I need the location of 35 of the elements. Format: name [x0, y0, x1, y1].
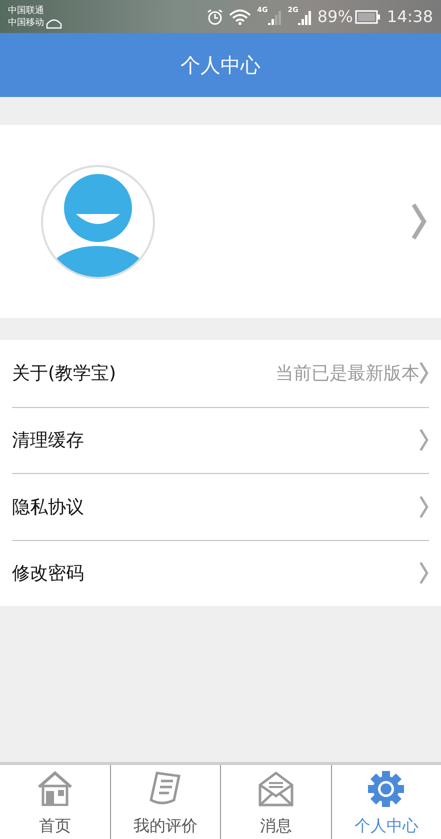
signal-icon	[298, 8, 312, 24]
profile-card[interactable]	[0, 125, 441, 318]
menu-label: 关于(教学宝)	[12, 362, 118, 386]
chevron-right-icon	[419, 561, 429, 586]
chevron-right-icon	[419, 494, 429, 519]
nav-tab[interactable]: 首页	[0, 765, 110, 839]
nav-tab[interactable]: 个人中心	[330, 765, 441, 839]
menu-item[interactable]: 隐私协议	[12, 473, 429, 540]
envelope-icon	[256, 770, 295, 808]
document-icon	[148, 770, 182, 806]
clock-time: 14:38	[386, 7, 433, 26]
signal-icon	[268, 8, 282, 24]
gear-icon	[367, 770, 406, 808]
battery-percent: 89%	[317, 7, 353, 26]
menu-item[interactable]: 清理缓存	[12, 406, 429, 473]
menu-item[interactable]: 修改密码	[12, 540, 429, 606]
carrier-name: 中国联通	[8, 4, 44, 16]
android-icon	[46, 16, 62, 28]
menu-label: 修改密码	[12, 562, 85, 586]
version-status: 当前已是最新版本	[275, 362, 420, 386]
page-title: 个人中心	[180, 52, 260, 78]
battery-icon	[354, 10, 381, 24]
menu-label: 清理缓存	[12, 429, 85, 452]
alarm-clock-icon	[207, 8, 224, 24]
carrier-name: 中国移动	[8, 16, 44, 28]
nav-tab[interactable]: 消息	[220, 765, 330, 839]
nav-tab[interactable]: 我的评价	[110, 765, 220, 839]
wifi-icon	[229, 8, 252, 24]
chevron-right-icon	[419, 361, 429, 386]
chevron-right-icon	[411, 202, 427, 241]
avatar-icon	[40, 164, 156, 280]
chevron-right-icon	[419, 428, 429, 452]
house-icon	[36, 770, 73, 806]
menu-item[interactable]: 关于(教学宝) 当前已是最新版本	[12, 340, 429, 406]
menu-label: 隐私协议	[12, 496, 85, 519]
